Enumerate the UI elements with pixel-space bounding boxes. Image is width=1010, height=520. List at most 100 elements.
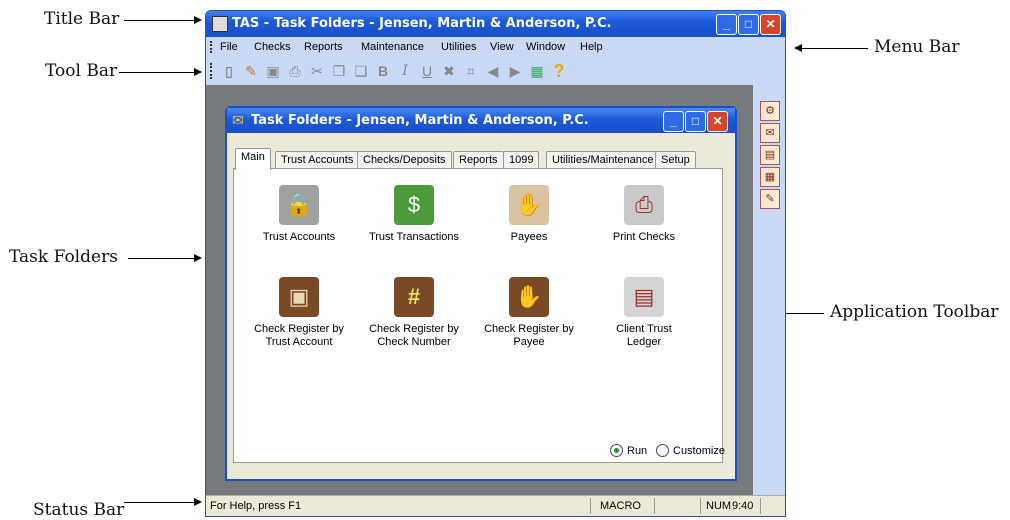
- task-folders-arrowhead: [194, 254, 202, 262]
- status-bar: For Help, press F1 MACRO NUM 9:40: [206, 495, 785, 516]
- customize-radio[interactable]: Customize: [656, 444, 725, 457]
- tab-trust-accounts[interactable]: Trust Accounts: [275, 151, 360, 169]
- underline-icon[interactable]: U: [418, 62, 436, 80]
- register-icon[interactable]: ▤: [760, 145, 780, 165]
- menu-file[interactable]: File: [220, 41, 238, 53]
- application-toolbar: ⚙ ✉ ▤ ▦ ✎: [753, 85, 785, 495]
- customize-radio-indicator[interactable]: [656, 444, 669, 457]
- open-icon[interactable]: ✎: [242, 62, 260, 80]
- app-icon[interactable]: [212, 16, 228, 32]
- tab-1099[interactable]: 1099: [503, 151, 540, 169]
- tab-reports[interactable]: Reports: [453, 151, 504, 169]
- run-radio[interactable]: Run: [610, 444, 647, 457]
- task-close-button[interactable]: ✕: [707, 111, 728, 132]
- task-label: Trust Accounts: [262, 231, 336, 243]
- safe-icon: 🔒: [279, 185, 319, 225]
- status-help-text: For Help, press F1: [210, 500, 302, 512]
- task-label: Print Checks: [612, 231, 676, 243]
- folder-icon: ✉: [232, 112, 244, 128]
- ledger-icon[interactable]: ▦: [760, 167, 780, 187]
- calendar-icon[interactable]: ▦: [528, 62, 546, 80]
- menu-bar-grip[interactable]: [210, 41, 214, 53]
- status-time: 9:40: [732, 500, 754, 512]
- task-folders-title-bar[interactable]: ✉ Task Folders - Jensen, Martin & Anders…: [227, 108, 735, 133]
- run-radio-indicator[interactable]: [610, 444, 623, 457]
- task-client-trust-ledger[interactable]: ▤ Client Trust Ledger: [589, 277, 699, 349]
- status-separator: [760, 498, 761, 514]
- menu-utilities[interactable]: Utilities: [441, 41, 476, 53]
- help-icon[interactable]: ?: [550, 61, 568, 81]
- menu-help[interactable]: Help: [580, 41, 603, 53]
- task-maximize-button[interactable]: □: [685, 111, 706, 132]
- folder-icon[interactable]: ✉: [760, 123, 780, 143]
- menu-bar: File Checks Reports Maintenance Utilitie…: [206, 37, 785, 57]
- tool-bar-grip[interactable]: [210, 63, 214, 79]
- task-label: Check Register by Check Number: [369, 323, 459, 348]
- title-bar-arrow: [124, 20, 194, 21]
- printer-icon: ⎙: [624, 185, 664, 225]
- main-tab-panel: 🔒 Trust Accounts $ Trust Transactions ✋ …: [233, 168, 725, 463]
- task-minimize-button[interactable]: _: [663, 111, 684, 132]
- checks-icon[interactable]: ⚙: [760, 101, 780, 121]
- task-label: Trust Transactions: [368, 231, 460, 243]
- status-bar-callout: Status Bar: [33, 500, 125, 520]
- tab-utilities-maintenance[interactable]: Utilities/Maintenance: [546, 151, 660, 169]
- menu-bar-arrow: [802, 48, 868, 49]
- copy-icon[interactable]: ❐: [330, 62, 348, 80]
- tab-checks-deposits[interactable]: Checks/Deposits: [357, 151, 452, 169]
- maximize-button[interactable]: □: [738, 14, 759, 35]
- menu-checks[interactable]: Checks: [254, 41, 291, 53]
- tool-bar-callout: Tool Bar: [45, 61, 118, 81]
- status-separator: [590, 498, 591, 514]
- cut-icon[interactable]: ✂: [308, 62, 326, 80]
- save-icon[interactable]: ▣: [264, 62, 282, 80]
- task-folders-callout: Task Folders: [9, 247, 118, 267]
- task-label: Client Trust Ledger: [616, 323, 672, 348]
- task-payees[interactable]: ✋ Payees: [474, 185, 584, 244]
- task-check-register-by-check-number[interactable]: # Check Register by Check Number: [359, 277, 469, 349]
- reports-icon[interactable]: ✎: [760, 189, 780, 209]
- app-title: TAS - Task Folders - Jensen, Martin & An…: [232, 16, 612, 31]
- menu-view[interactable]: View: [490, 41, 514, 53]
- task-check-register-by-trust-account[interactable]: ▣ Check Register by Trust Account: [244, 277, 354, 349]
- title-bar[interactable]: TAS - Task Folders - Jensen, Martin & An…: [206, 11, 785, 37]
- menu-bar-arrowhead: [794, 44, 802, 52]
- minimize-button[interactable]: _: [716, 14, 737, 35]
- customize-radio-label: Customize: [673, 444, 725, 457]
- status-bar-arrow: [124, 502, 194, 503]
- menu-bar-callout: Menu Bar: [874, 37, 960, 57]
- task-print-checks[interactable]: ⎙ Print Checks: [589, 185, 699, 244]
- menu-reports[interactable]: Reports: [304, 41, 343, 53]
- status-num: NUM: [706, 500, 732, 512]
- task-trust-accounts[interactable]: 🔒 Trust Accounts: [244, 185, 354, 244]
- tool-bar-arrow: [119, 72, 194, 73]
- paste-icon[interactable]: ❑: [352, 62, 370, 80]
- task-label: Check Register by Trust Account: [254, 323, 344, 348]
- application-toolbar-callout: Application Toolbar: [830, 302, 999, 322]
- status-separator: [654, 498, 655, 514]
- bold-icon[interactable]: B: [374, 62, 392, 80]
- ledger-safe-icon: ▤: [624, 277, 664, 317]
- tab-setup[interactable]: Setup: [655, 151, 696, 169]
- register-number-icon: #: [394, 277, 434, 317]
- task-trust-transactions[interactable]: $ Trust Transactions: [359, 185, 469, 244]
- delete-icon[interactable]: ✖: [440, 62, 458, 80]
- italic-icon[interactable]: I: [396, 62, 414, 80]
- close-button[interactable]: ✕: [760, 14, 781, 35]
- task-check-register-by-payee[interactable]: ✋ Check Register by Payee: [474, 277, 584, 349]
- safe-money-icon: $: [394, 185, 434, 225]
- tab-main[interactable]: Main: [235, 148, 271, 170]
- title-bar-arrowhead: [194, 16, 202, 24]
- register-payee-icon: ✋: [509, 277, 549, 317]
- register-safe-icon: ▣: [279, 277, 319, 317]
- back-icon[interactable]: ◀: [484, 62, 502, 80]
- properties-icon[interactable]: ⌗: [462, 62, 480, 80]
- forward-icon[interactable]: ▶: [506, 62, 524, 80]
- status-separator: [700, 498, 701, 514]
- payee-hand-icon: ✋: [509, 185, 549, 225]
- new-icon[interactable]: ▯: [220, 62, 238, 80]
- menu-maintenance[interactable]: Maintenance: [361, 41, 424, 53]
- menu-window[interactable]: Window: [526, 41, 565, 53]
- tool-bar-arrowhead: [194, 68, 202, 76]
- print-preview-icon[interactable]: ⎙: [286, 62, 304, 80]
